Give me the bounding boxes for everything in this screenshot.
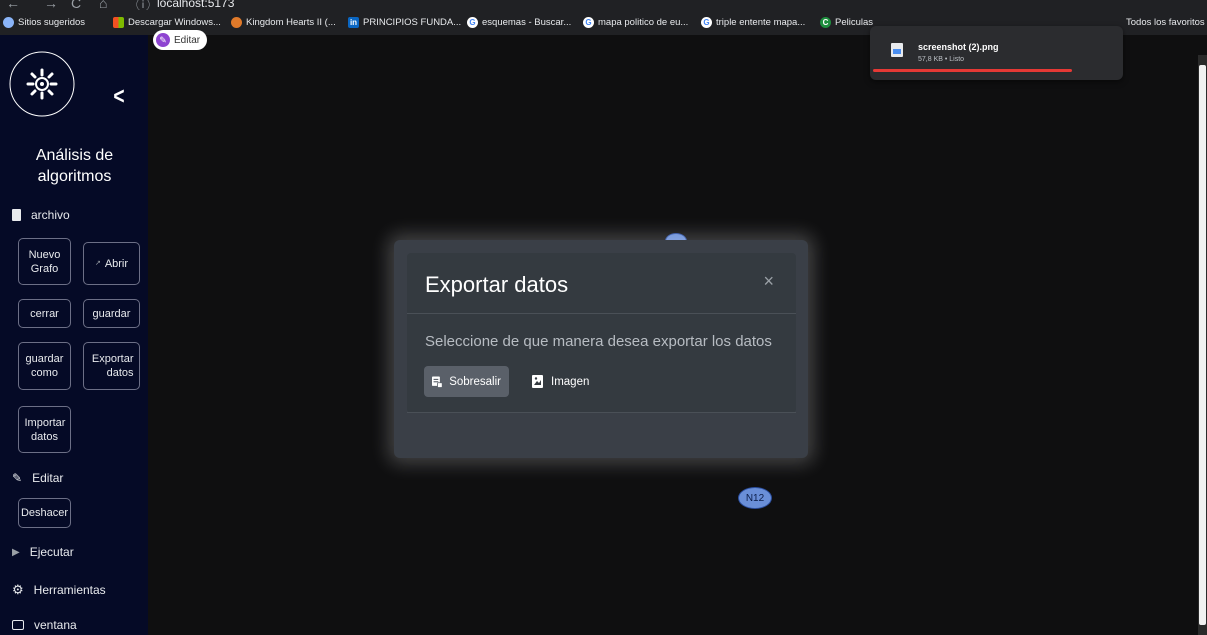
menu-ventana[interactable]: ventana xyxy=(12,615,77,635)
pencil-icon: ✎ xyxy=(156,33,170,47)
deshacer-button[interactable]: Deshacer xyxy=(18,498,71,528)
menu-ejecutar[interactable]: ▶ Ejecutar xyxy=(12,542,74,562)
google-icon: G xyxy=(467,17,478,28)
menu-herramientas[interactable]: ⚙ Herramientas xyxy=(12,580,106,600)
bookmark-all[interactable]: Todos los favoritos xyxy=(1126,10,1205,35)
app-title: Análisis de algoritmos xyxy=(35,147,114,185)
bookmark-principios[interactable]: in PRINCIPIOS FUNDA... xyxy=(348,10,461,35)
university-logo xyxy=(9,51,75,117)
spreadsheet-icon xyxy=(432,375,443,388)
download-status: 57,8 KB • Listo xyxy=(918,56,965,63)
export-image-button[interactable]: Imagen xyxy=(524,366,604,397)
bookmark-kingdom[interactable]: Kingdom Hearts II (... xyxy=(231,10,336,35)
kingdom-hearts-icon xyxy=(231,17,242,28)
play-icon: ▶ xyxy=(12,546,20,558)
image-file-icon xyxy=(891,43,903,57)
modal-footer-divider xyxy=(407,412,796,413)
reload-icon[interactable]: C xyxy=(71,0,81,10)
nuevo-grafo-button[interactable]: Nuevo Grafo xyxy=(18,238,71,285)
back-icon[interactable]: ← xyxy=(6,0,20,10)
window-icon xyxy=(12,620,24,630)
forward-icon[interactable]: → xyxy=(44,0,58,10)
menu-archivo[interactable]: archivo xyxy=(12,205,70,225)
external-link-icon: ↗ xyxy=(94,259,101,267)
pencil-icon: ✎ xyxy=(12,471,23,485)
modal-header: Exportar datos × xyxy=(407,253,796,314)
google-icon: G xyxy=(701,17,712,28)
globe-icon xyxy=(3,17,14,28)
image-file-icon xyxy=(532,375,543,388)
browser-toolbar: ← → C ⌂ ⓘ localhost:5173 xyxy=(0,0,1207,10)
export-excel-button[interactable]: Sobresalir xyxy=(424,366,509,397)
collapse-sidebar-icon[interactable]: < xyxy=(113,83,124,111)
modal-title: Exportar datos xyxy=(425,272,569,297)
windows-icon xyxy=(113,17,124,28)
guardar-button[interactable]: guardar xyxy=(83,299,140,328)
gear-icon: ⚙ xyxy=(12,582,24,597)
linkedin-icon: in xyxy=(348,17,359,28)
bookmark-triple[interactable]: G triple entente mapa... xyxy=(701,10,805,35)
edit-mode-chip[interactable]: ✎ Editar xyxy=(153,30,208,50)
close-icon[interactable]: × xyxy=(763,271,774,292)
menu-editar[interactable]: ✎ Editar xyxy=(12,468,63,488)
abrir-button[interactable]: ↗ Abrir xyxy=(83,242,140,285)
guardar-como-button[interactable]: guardar como xyxy=(18,342,71,390)
home-icon[interactable]: ⌂ xyxy=(99,0,107,10)
cerrar-button[interactable]: cerrar xyxy=(18,299,71,328)
google-icon: G xyxy=(583,17,594,28)
modal-description: Seleccione de que manera desea exportar … xyxy=(425,333,772,350)
c-icon: C xyxy=(820,17,831,28)
download-bubble[interactable]: screenshot (2).png 57,8 KB • Listo xyxy=(870,26,1123,80)
exportar-datos-button[interactable]: Exportar datos xyxy=(83,342,140,390)
importar-datos-button[interactable]: Importar datos xyxy=(18,406,71,453)
bookmark-mapa[interactable]: G mapa politico de eu... xyxy=(583,10,688,35)
file-icon xyxy=(12,209,21,221)
download-progress-bar xyxy=(873,69,1072,72)
bookmark-sitios[interactable]: Sitios sugeridos xyxy=(3,10,85,35)
scrollbar-thumb[interactable] xyxy=(1199,65,1206,625)
download-filename[interactable]: screenshot (2).png xyxy=(918,42,999,52)
site-info-icon[interactable]: ⓘ xyxy=(136,0,150,10)
bookmark-esquemas[interactable]: G esquemas - Buscar... xyxy=(467,10,571,35)
export-modal: Exportar datos × Seleccione de que maner… xyxy=(407,253,796,413)
bookmark-peliculas[interactable]: C Peliculas xyxy=(820,10,873,35)
graph-node-n12[interactable]: N12 xyxy=(738,487,772,509)
address-bar[interactable]: localhost:5173 xyxy=(157,0,234,10)
sidebar: < Análisis de algoritmos archivo Nuevo G… xyxy=(0,35,148,635)
page-scrollbar[interactable] xyxy=(1198,55,1207,635)
